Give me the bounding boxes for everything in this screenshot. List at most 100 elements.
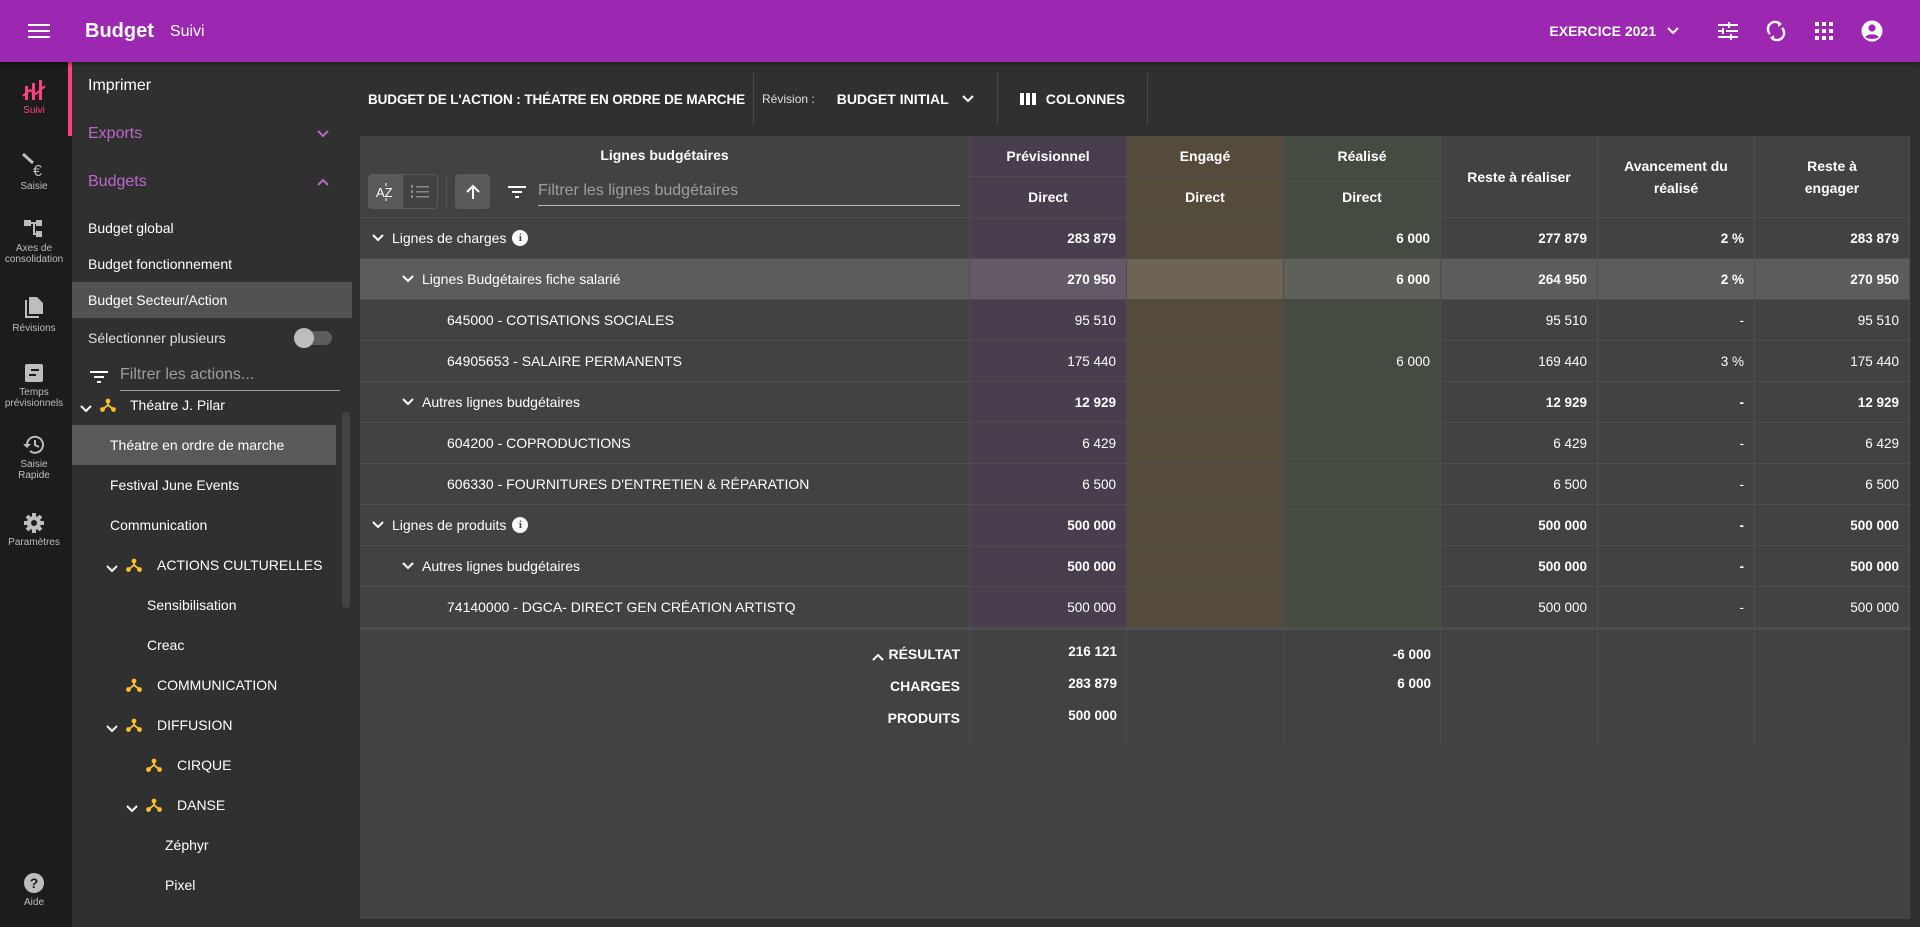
tree-item[interactable]: ACTIONS CULTURELLES — [72, 545, 336, 585]
tree-item[interactable]: DIFFUSION — [72, 705, 336, 745]
cell-engage — [1127, 218, 1284, 259]
chevron-down-icon[interactable] — [372, 521, 386, 529]
cell-previsionnel: 175 440 — [970, 341, 1127, 382]
tree-item-label: Théatre J. Pilar — [130, 397, 225, 413]
sort-numeric-button[interactable] — [403, 174, 438, 209]
rail-item-aide[interactable]: ? Aide — [0, 872, 68, 908]
cell-reste-a-engager: 6 500 — [1755, 464, 1910, 505]
tree-item[interactable]: DANSE — [72, 785, 336, 825]
exports-section[interactable]: Exports — [72, 120, 352, 148]
cell-avancement: 2 % — [1598, 218, 1755, 259]
info-icon[interactable]: i — [512, 517, 529, 533]
columns-label: COLONNES — [1045, 91, 1126, 107]
subheader-previsionnel: Direct — [970, 177, 1127, 218]
tree-item[interactable]: Creac — [72, 625, 336, 665]
tree-item[interactable]: Théatre en ordre de marche — [72, 425, 336, 465]
footer-produits-previsionnel: 500 000 — [1068, 708, 1117, 723]
chevron-down-icon — [1667, 27, 1679, 35]
rail-label: Aide — [23, 897, 44, 908]
cell-realise: 6 000 — [1284, 341, 1441, 382]
app-title: Budget — [85, 19, 154, 42]
budget-global-label: Budget global — [88, 220, 174, 236]
chevron-down-icon[interactable] — [372, 234, 386, 242]
cell-realise — [1284, 464, 1441, 505]
tree-item[interactable]: CIRQUE — [72, 745, 336, 785]
tree-item[interactable]: Zéphyr — [72, 825, 336, 865]
tree-item[interactable]: COMMUNICATION — [72, 665, 336, 705]
chevron-up-icon[interactable] — [872, 648, 884, 666]
budget-fonctionnement-item[interactable]: Budget fonctionnement — [72, 246, 352, 282]
sort-alpha-button[interactable]: AZ — [368, 174, 403, 209]
chevron-down-icon[interactable] — [126, 800, 138, 816]
tree-item[interactable]: Pixel — [72, 865, 336, 905]
budget-secteur-action-label: Budget Secteur/Action — [88, 292, 228, 308]
gear-icon — [24, 513, 44, 533]
cell-avancement: - — [1598, 423, 1755, 464]
rail-item-revisions[interactable]: Révisions — [0, 296, 68, 334]
cell-engage — [1127, 341, 1284, 382]
cell-avancement: - — [1598, 464, 1755, 505]
row-label: 604200 - COPRODUCTIONS — [447, 435, 631, 451]
apps-button[interactable] — [1800, 7, 1848, 55]
chevron-down-icon[interactable] — [402, 275, 416, 283]
select-multiple-toggle[interactable] — [294, 328, 332, 348]
lines-filter-input[interactable] — [538, 177, 960, 206]
cell-reste-a-engager: 6 429 — [1755, 423, 1910, 464]
account-button[interactable] — [1848, 7, 1896, 55]
chevron-down-icon[interactable] — [80, 400, 92, 416]
sort-direction-button[interactable] — [455, 174, 490, 209]
cell-avancement: - — [1598, 587, 1755, 628]
header-previsionnel: Prévisionnel — [970, 136, 1127, 177]
svg-text:AZ: AZ — [376, 185, 393, 200]
tree-item[interactable]: Théatre J. Pilar — [72, 385, 336, 425]
refresh-button[interactable] — [1752, 7, 1800, 55]
chevron-down-icon[interactable] — [402, 562, 416, 570]
budgets-section[interactable]: Budgets — [72, 168, 352, 196]
cell-avancement: - — [1598, 300, 1755, 341]
budget-global-item[interactable]: Budget global — [72, 210, 352, 246]
tree-item-label: COMMUNICATION — [157, 677, 278, 693]
chevron-down-icon[interactable] — [106, 560, 118, 576]
tree-item-label: Pixel — [165, 877, 196, 893]
revision-selector[interactable]: BUDGET INITIAL — [837, 91, 975, 107]
tree-item[interactable]: Communication — [72, 505, 336, 545]
cell-avancement: - — [1598, 382, 1755, 423]
footer-charges-previsionnel: 283 879 — [1068, 676, 1117, 691]
cell-avancement: 3 % — [1598, 341, 1755, 382]
print-label: Imprimer — [88, 77, 152, 94]
row-label-cell: 645000 - COTISATIONS SOCIALES — [360, 300, 970, 341]
revision-value: BUDGET INITIAL — [836, 91, 949, 107]
row-label: 606330 - FOURNITURES D'ENTRETIEN & RÉPAR… — [447, 476, 810, 492]
cell-engage — [1127, 382, 1284, 423]
chevron-down-icon[interactable] — [402, 398, 416, 406]
budget-secteur-action-item[interactable]: Budget Secteur/Action — [72, 282, 352, 318]
tune-button[interactable] — [1704, 7, 1752, 55]
budget-table: Lignes budgétaires AZ PrévisionnelDirect… — [360, 136, 1910, 919]
print-button[interactable]: Imprimer — [72, 72, 352, 100]
filter-icon — [508, 185, 526, 198]
cell-previsionnel: 500 000 — [970, 546, 1127, 587]
chevron-down-icon[interactable] — [106, 720, 118, 736]
tree-item[interactable]: Sensibilisation — [72, 585, 336, 625]
rail-item-suivi[interactable]: Suivi — [0, 78, 68, 116]
apps-grid-icon — [1815, 22, 1833, 40]
budget-fonctionnement-label: Budget fonctionnement — [88, 256, 232, 272]
info-icon[interactable]: i — [512, 230, 529, 246]
rail-item-axes[interactable]: Axes de consolidation — [0, 218, 68, 265]
row-label-cell: Autres lignes budgétaires — [360, 382, 970, 423]
tree-item-label: ACTIONS CULTURELLES — [157, 557, 323, 573]
tree-item-label: Festival June Events — [110, 477, 240, 493]
exercice-selector[interactable]: EXERCICE 2021 — [1549, 23, 1680, 39]
chart-trend-icon — [22, 80, 46, 100]
rail-item-parametres[interactable]: Paramètres — [0, 512, 68, 548]
cell-reste-a-realiser: 12 929 — [1441, 382, 1598, 423]
cell-reste-a-engager: 12 929 — [1755, 382, 1910, 423]
hierarchy-node-icon — [146, 758, 162, 775]
tree-item[interactable]: Festival June Events — [72, 465, 336, 505]
rail-item-saisie[interactable]: € Saisie — [0, 152, 68, 192]
menu-icon[interactable] — [28, 20, 50, 42]
sidebar-scrollbar[interactable] — [342, 412, 350, 608]
columns-button[interactable]: COLONNES — [1019, 91, 1126, 107]
rail-item-temps[interactable]: Temps prévisionnels — [0, 362, 68, 409]
rail-item-saisie-rapide[interactable]: Saisie Rapide — [0, 434, 68, 481]
